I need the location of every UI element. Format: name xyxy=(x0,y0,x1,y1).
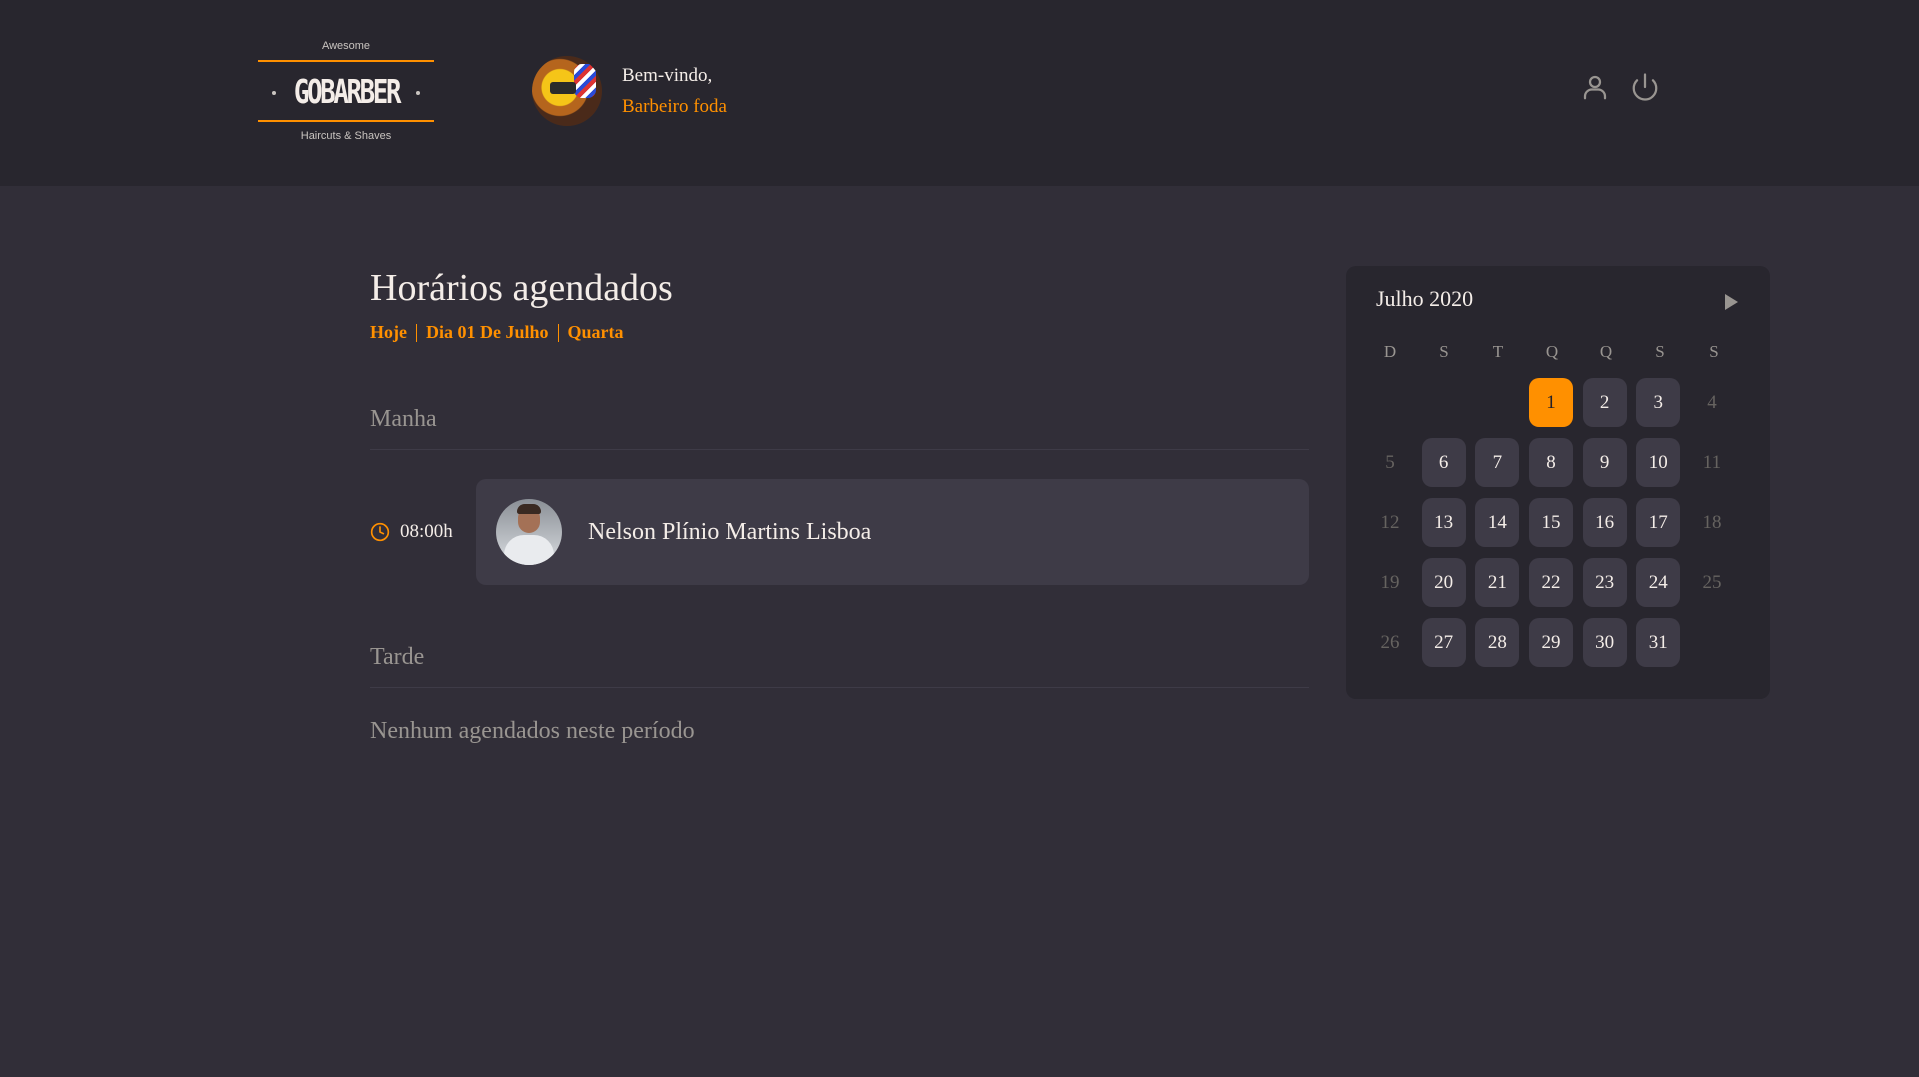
welcome-text: Bem-vindo, xyxy=(622,65,713,86)
logo-dot-right xyxy=(416,91,420,95)
client-avatar xyxy=(496,499,562,565)
calendar-day: 5 xyxy=(1385,451,1395,473)
logo-name: GOBARBER xyxy=(293,71,401,111)
calendar-month: Julho 2020 xyxy=(1376,286,1474,311)
header-actions xyxy=(1580,72,1660,102)
calendar: Julho 2020 D S T Q Q S S 1 2 3 4 5 6 7 8 9 10 11 12… xyxy=(1346,266,1770,699)
weekday-label: Q xyxy=(1545,342,1559,361)
calendar-day[interactable]: 10 xyxy=(1636,438,1681,487)
calendar-day[interactable]: 23 xyxy=(1582,558,1627,607)
page-title: Horários agendados xyxy=(370,267,673,309)
calendar-day[interactable]: 17 xyxy=(1636,498,1681,547)
appointment-row: 08:00h Nelson Plínio Martins Lisboa xyxy=(370,479,1309,585)
calendar-day[interactable]: 20 xyxy=(1421,558,1466,607)
calendar-day[interactable]: 29 xyxy=(1528,618,1573,667)
date-day: Dia 01 De Julho xyxy=(425,322,549,342)
user-avatar[interactable] xyxy=(532,56,602,126)
power-icon xyxy=(1632,73,1658,101)
logo-bar: GOBARBER xyxy=(258,60,434,122)
calendar-day[interactable]: 7 xyxy=(1475,438,1520,487)
weekday-label: S xyxy=(1439,342,1449,361)
logo-tagline-top: Awesome xyxy=(321,40,371,52)
user-icon xyxy=(1583,75,1607,100)
calendar-day[interactable]: 8 xyxy=(1528,438,1573,487)
avatar-hair xyxy=(517,504,541,514)
section-afternoon-title: Tarde xyxy=(370,644,1309,688)
profile-button[interactable] xyxy=(1580,72,1610,102)
weekday-label: S xyxy=(1655,342,1665,361)
calendar-day: 11 xyxy=(1702,451,1722,473)
calendar-day[interactable]: 13 xyxy=(1421,498,1466,547)
next-month-button[interactable] xyxy=(1720,290,1742,314)
date-weekday: Quarta xyxy=(567,322,624,342)
calendar-day[interactable]: 3 xyxy=(1636,378,1681,427)
section-morning-title: Manha xyxy=(370,406,1309,450)
avatar-hat xyxy=(574,64,596,98)
weekday-label: T xyxy=(1492,342,1504,361)
calendar-day[interactable]: 16 xyxy=(1582,498,1627,547)
gobarber-logo: Awesome GOBARBER Haircuts & Shaves xyxy=(258,38,434,148)
appointment-card[interactable]: Nelson Plínio Martins Lisboa xyxy=(476,479,1309,585)
user-name-link[interactable]: Barbeiro foda xyxy=(622,91,727,122)
calendar-day[interactable]: 2 xyxy=(1582,378,1627,427)
logout-button[interactable] xyxy=(1630,72,1660,102)
chevron-right-icon xyxy=(1725,294,1738,310)
calendar-day-selected[interactable]: 1 xyxy=(1528,378,1573,427)
logo-dot-left xyxy=(272,91,276,95)
calendar-days: 1 2 3 4 5 6 7 8 9 10 11 12 13 14 15 16 17 18 19 20 21 22 23 24 2… xyxy=(1368,378,1742,667)
calendar-day[interactable]: 9 xyxy=(1582,438,1627,487)
calendar-day[interactable]: 30 xyxy=(1582,618,1627,667)
profile[interactable]: Bem-vindo, Barbeiro foda xyxy=(532,56,727,126)
date-separator xyxy=(557,323,559,342)
calendar-day[interactable]: 27 xyxy=(1421,618,1466,667)
calendar-day: 12 xyxy=(1380,511,1400,533)
weekday-label: S xyxy=(1709,342,1719,361)
date-today: Hoje xyxy=(370,322,407,342)
date-separator xyxy=(415,323,417,342)
calendar-day[interactable]: 28 xyxy=(1475,618,1520,667)
calendar-day: 25 xyxy=(1702,571,1722,593)
weekday-label: Q xyxy=(1599,342,1613,361)
calendar-day[interactable]: 31 xyxy=(1636,618,1681,667)
calendar-day[interactable]: 14 xyxy=(1475,498,1520,547)
clock-icon xyxy=(370,522,390,542)
current-date: Hoje Dia 01 De Julho Quarta xyxy=(370,322,624,343)
calendar-weekdays: D S T Q Q S S xyxy=(1368,340,1742,364)
calendar-day-empty xyxy=(1475,378,1519,427)
logo-tagline-bottom: Haircuts & Shaves xyxy=(300,130,392,142)
calendar-day[interactable]: 22 xyxy=(1528,558,1573,607)
calendar-day: 19 xyxy=(1380,571,1400,593)
calendar-day: 4 xyxy=(1707,391,1717,413)
calendar-day: 18 xyxy=(1702,511,1722,533)
calendar-day: 26 xyxy=(1380,631,1400,653)
appointment-time: 08:00h xyxy=(370,521,476,543)
calendar-day[interactable]: 24 xyxy=(1636,558,1681,607)
calendar-day[interactable]: 6 xyxy=(1421,438,1466,487)
welcome-block: Bem-vindo, Barbeiro foda xyxy=(622,60,727,122)
empty-appointments-message: Nenhum agendados neste período xyxy=(370,718,695,744)
calendar-day[interactable]: 21 xyxy=(1475,558,1520,607)
appointment-time-text: 08:00h xyxy=(400,521,453,542)
client-name: Nelson Plínio Martins Lisboa xyxy=(588,518,872,545)
calendar-day-empty xyxy=(1422,378,1466,427)
calendar-day-empty xyxy=(1368,378,1412,427)
calendar-day[interactable]: 15 xyxy=(1528,498,1573,547)
avatar-body xyxy=(504,535,554,565)
avatar-face xyxy=(550,82,576,94)
weekday-label: D xyxy=(1383,342,1397,361)
app-header: Awesome GOBARBER Haircuts & Shaves Bem-v… xyxy=(0,0,1919,186)
